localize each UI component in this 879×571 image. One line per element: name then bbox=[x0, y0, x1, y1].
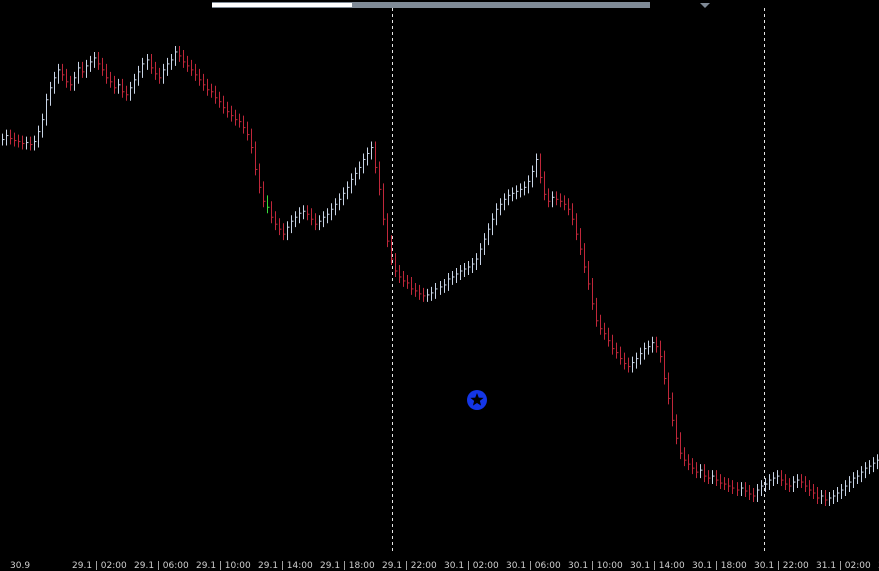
time-axis-label: 29.1 | 18:00 bbox=[320, 561, 375, 571]
time-axis-label: 30.1 | 02:00 bbox=[444, 561, 499, 571]
star-circle-icon[interactable] bbox=[467, 390, 487, 410]
chart-scrollbar[interactable] bbox=[212, 2, 710, 8]
time-axis-label: 30.1 | 22:00 bbox=[754, 561, 809, 571]
time-axis-label: 30.1 | 18:00 bbox=[692, 561, 747, 571]
time-axis-label: 30.9 bbox=[10, 561, 30, 571]
time-axis-label: 29.1 | 22:00 bbox=[382, 561, 437, 571]
time-axis-label: 30.1 | 10:00 bbox=[568, 561, 623, 571]
time-axis-label: 29.1 | 02:00 bbox=[72, 561, 127, 571]
time-axis-label: 31.1 | 02:00 bbox=[816, 561, 871, 571]
price-chart[interactable]: 30.9 29.1 | 02:00 29.1 | 06:00 29.1 | 10:00… bbox=[0, 0, 879, 571]
time-axis-label: 30.1 | 06:00 bbox=[506, 561, 561, 571]
time-axis-label: 29.1 | 10:00 bbox=[196, 561, 251, 571]
chart-background bbox=[0, 0, 879, 571]
time-axis-label: 29.1 | 06:00 bbox=[134, 561, 189, 571]
time-axis-label: 30.1 | 14:00 bbox=[630, 561, 685, 571]
time-axis-label: 29.1 | 14:00 bbox=[258, 561, 313, 571]
scrollbar-thumb[interactable] bbox=[212, 3, 352, 7]
